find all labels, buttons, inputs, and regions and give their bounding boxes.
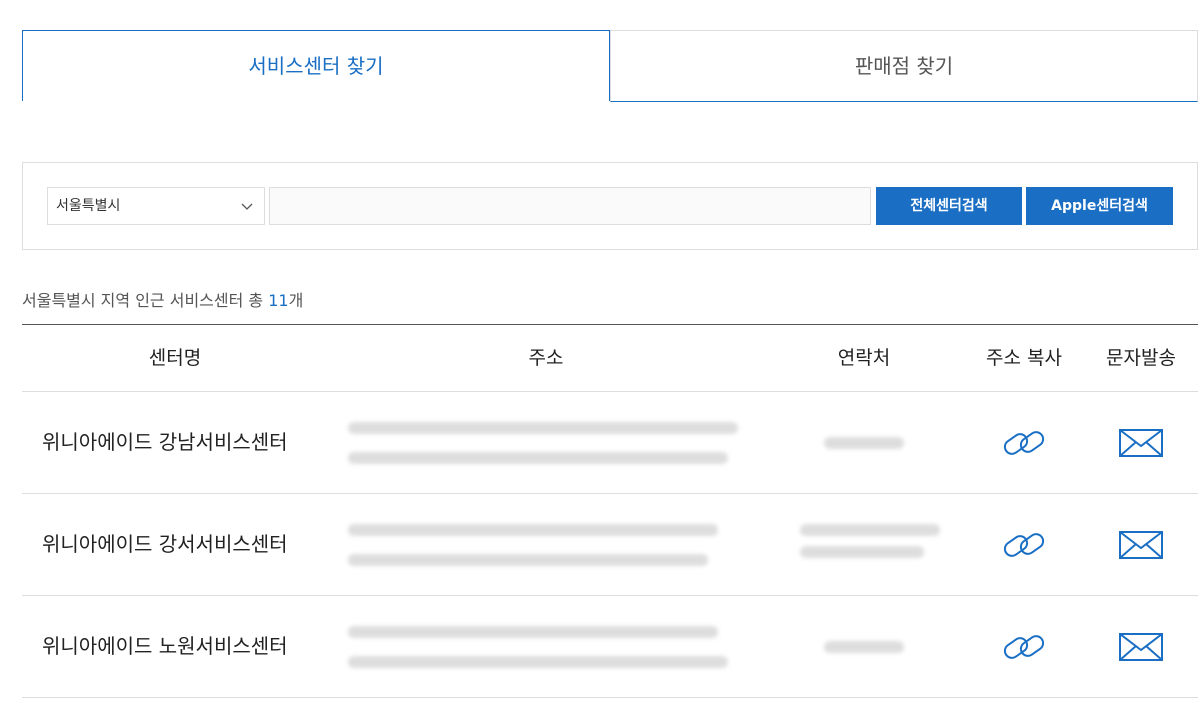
table-header: 센터명 주소 연락처 주소 복사 문자발송 [22, 325, 1198, 392]
address-cell [328, 596, 764, 697]
center-name-text: 위니아에이드 노원서비스센터 [42, 634, 288, 658]
header-copy: 주소 복사 [986, 347, 1062, 369]
tab-store[interactable]: 판매점 찾기 [610, 30, 1198, 102]
search-apple-button[interactable]: Apple센터검색 [1026, 187, 1173, 225]
blurred-contact [824, 641, 904, 653]
header-name: 센터명 [148, 347, 202, 369]
blurred-contact [800, 524, 940, 536]
table-row: 위니아에이드 강서서비스센터 [22, 494, 1198, 596]
chevron-down-icon [240, 188, 254, 239]
link-icon[interactable] [964, 494, 1084, 595]
blurred-address-line [348, 626, 718, 638]
table-row: 위니아에이드 노원서비스센터 [22, 596, 1198, 698]
copy-cell [964, 494, 1084, 595]
center-name: 위니아에이드 노원서비스센터 [22, 596, 328, 697]
blurred-address-line [348, 524, 718, 536]
center-name: 위니아에이드 강서서비스센터 [22, 494, 328, 595]
result-count: 11 [268, 291, 289, 310]
contact-cell [764, 596, 964, 697]
copy-cell [964, 392, 1084, 493]
region-select[interactable]: 서울특별시 [47, 187, 265, 225]
header-contact: 연락처 [837, 347, 891, 369]
summary-prefix: 서울특별시 지역 인근 서비스센터 총 [22, 291, 269, 310]
blurred-address-line [348, 554, 708, 566]
address-cell [328, 494, 764, 595]
table-row: 위니아에이드 강남서비스센터 [22, 392, 1198, 494]
envelope-icon[interactable] [1084, 494, 1198, 595]
blurred-address-line [348, 422, 738, 434]
center-name-text: 위니아에이드 강남서비스센터 [42, 430, 288, 454]
region-select-value: 서울특별시 [56, 198, 121, 214]
contact-cell [764, 392, 964, 493]
center-name-text: 위니아에이드 강서서비스센터 [42, 532, 288, 556]
tab-bar: 서비스센터 찾기 판매점 찾기 [22, 30, 1198, 102]
link-icon[interactable] [964, 596, 1084, 697]
sms-cell [1084, 596, 1198, 697]
result-summary: 서울특별시 지역 인근 서비스센터 총 11개 [22, 287, 303, 311]
search-panel: 서울특별시 전체센터검색 Apple센터검색 [22, 162, 1198, 250]
blurred-contact [800, 546, 924, 558]
summary-suffix: 개 [288, 291, 304, 310]
link-icon[interactable] [964, 392, 1084, 493]
search-all-button[interactable]: 전체센터검색 [876, 187, 1022, 225]
sms-cell [1084, 392, 1198, 493]
contact-cell [764, 494, 964, 595]
header-sms: 문자발송 [1106, 347, 1176, 369]
center-table: 센터명 주소 연락처 주소 복사 문자발송 위니아에이드 강남서비스센터 위니아… [22, 324, 1198, 698]
search-input[interactable] [269, 187, 871, 225]
blurred-address-line [348, 656, 728, 668]
envelope-icon[interactable] [1084, 392, 1198, 493]
center-name: 위니아에이드 강남서비스센터 [22, 392, 328, 493]
address-cell [328, 392, 764, 493]
envelope-icon[interactable] [1084, 596, 1198, 697]
page: 서비스센터 찾기 판매점 찾기 서울특별시 전체센터검색 Apple센터검색 서… [0, 0, 1204, 714]
blurred-contact [824, 437, 904, 449]
header-address: 주소 [528, 347, 564, 369]
copy-cell [964, 596, 1084, 697]
tab-service-center[interactable]: 서비스센터 찾기 [22, 30, 610, 101]
blurred-address-line [348, 452, 728, 464]
sms-cell [1084, 494, 1198, 595]
